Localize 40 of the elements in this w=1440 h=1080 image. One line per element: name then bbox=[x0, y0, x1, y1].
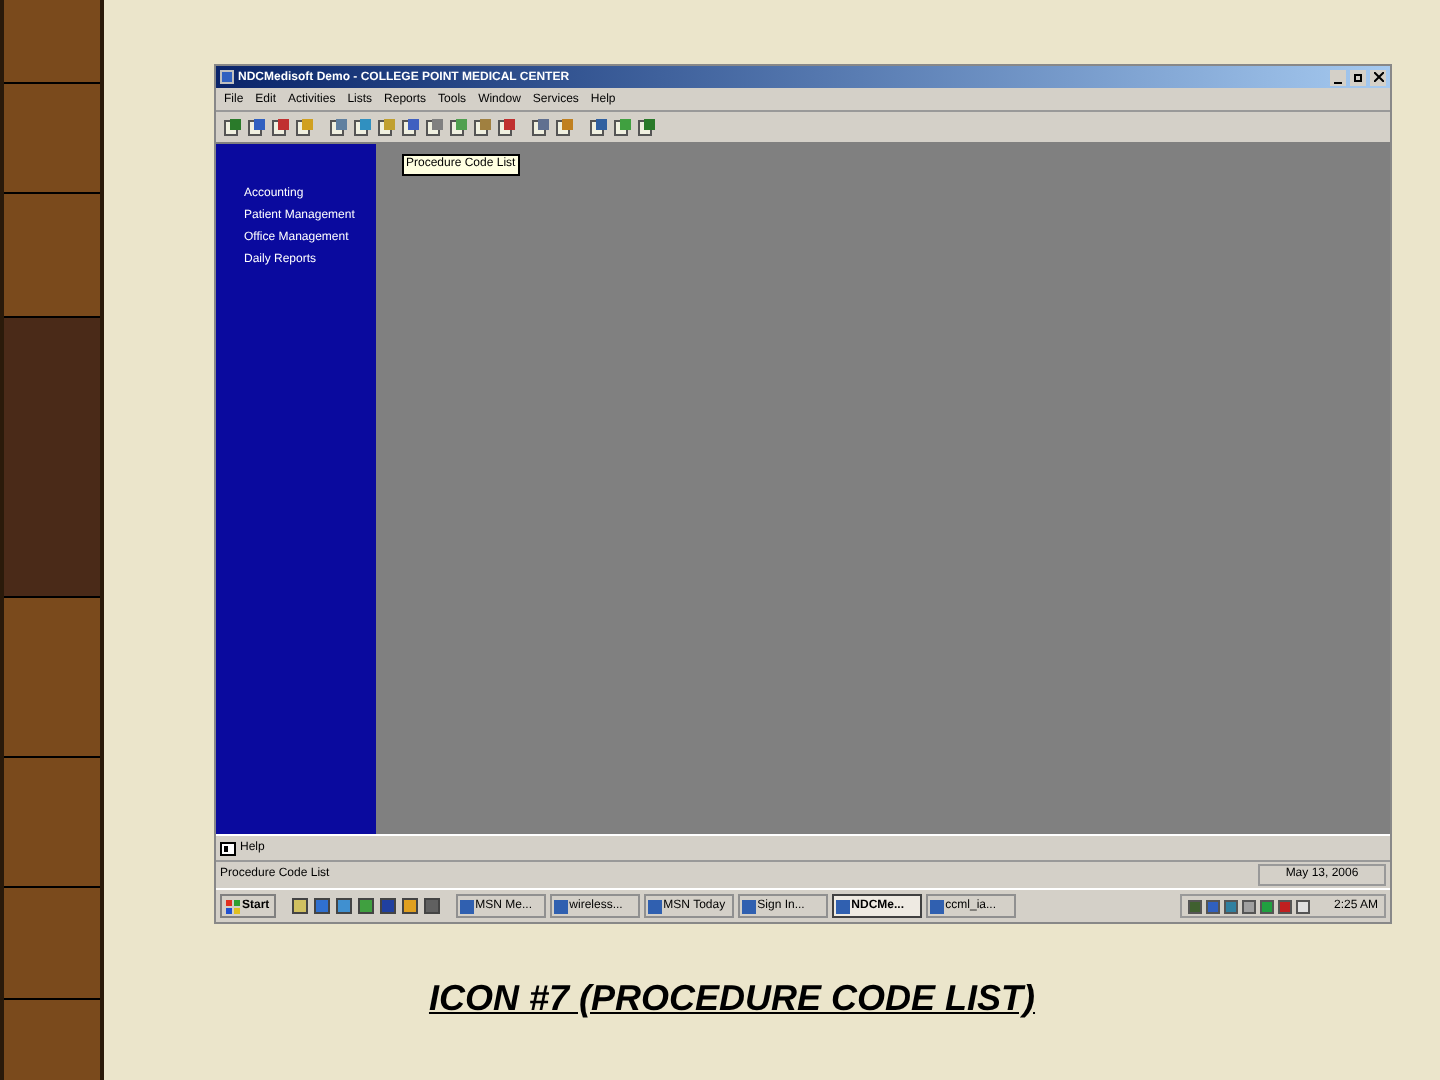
minimize-icon bbox=[1334, 81, 1342, 85]
toolbar-button[interactable] bbox=[246, 116, 268, 138]
window-icon bbox=[647, 899, 662, 913]
close-icon bbox=[1373, 72, 1383, 82]
toolbar-button[interactable] bbox=[448, 116, 470, 138]
toolbar-button[interactable] bbox=[424, 116, 446, 138]
window-icon bbox=[553, 899, 568, 913]
window-icon bbox=[929, 899, 944, 913]
toolbar-button[interactable] bbox=[352, 116, 374, 138]
window-icon bbox=[741, 899, 756, 913]
toolbar-button[interactable] bbox=[222, 116, 244, 138]
slide-caption: ICON #7 (PROCEDURE CODE LIST) bbox=[428, 976, 1036, 1022]
close-button[interactable] bbox=[1370, 69, 1386, 85]
app-icon bbox=[220, 70, 234, 84]
toolbar-button[interactable] bbox=[294, 116, 316, 138]
toolbar-button[interactable] bbox=[472, 116, 494, 138]
quick-launch-icon[interactable] bbox=[313, 898, 330, 914]
toolbar-button[interactable] bbox=[270, 116, 292, 138]
toolbar-button[interactable] bbox=[496, 116, 518, 138]
windows-logo-icon bbox=[226, 899, 240, 913]
toolbar-button[interactable] bbox=[636, 116, 658, 138]
toolbar-button[interactable] bbox=[612, 116, 634, 138]
minimize-button[interactable] bbox=[1330, 69, 1346, 85]
toolbar-button[interactable] bbox=[588, 116, 610, 138]
window-icon bbox=[220, 841, 236, 855]
restore-button[interactable] bbox=[1350, 69, 1366, 85]
toolbar-button[interactable] bbox=[400, 116, 422, 138]
toolbar-button[interactable] bbox=[530, 116, 552, 138]
window-icon bbox=[835, 899, 850, 913]
quick-launch-icon[interactable] bbox=[379, 898, 396, 914]
restore-icon bbox=[1353, 72, 1363, 82]
quick-launch-icon[interactable] bbox=[335, 898, 352, 914]
toolbar-button[interactable] bbox=[554, 116, 576, 138]
quick-launch-icon[interactable] bbox=[291, 898, 308, 914]
quick-launch-icon[interactable] bbox=[423, 898, 440, 914]
window-icon bbox=[459, 899, 474, 913]
toolbar-button[interactable] bbox=[376, 116, 398, 138]
quick-launch-icon[interactable] bbox=[357, 898, 374, 914]
quick-launch-icon[interactable] bbox=[401, 898, 418, 914]
toolbar-button[interactable] bbox=[328, 116, 350, 138]
